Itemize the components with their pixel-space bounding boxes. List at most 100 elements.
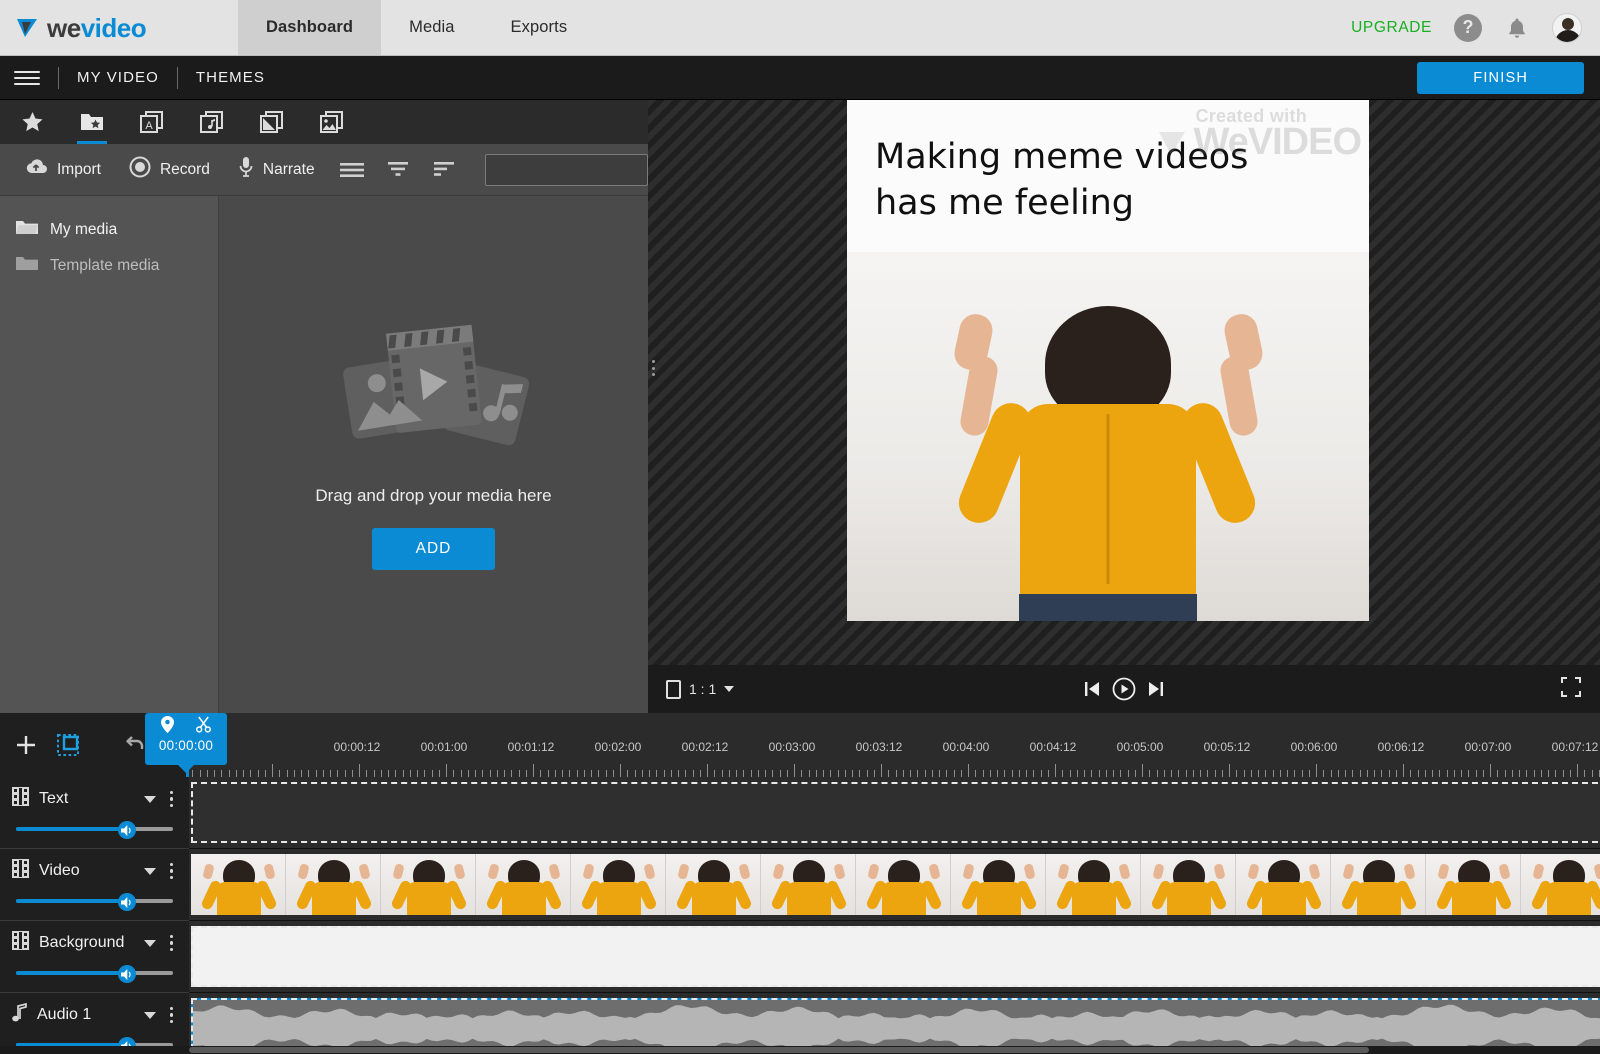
playhead-actions: [161, 716, 211, 738]
track-options-icon[interactable]: [166, 1005, 178, 1026]
clip-audio[interactable]: [191, 998, 1600, 1046]
themes-button[interactable]: THEMES: [196, 69, 265, 86]
play-button-icon[interactable]: [1112, 677, 1136, 701]
media-tool-row: Import Record Narrate: [0, 144, 687, 196]
volume-knob-speaker-icon[interactable]: [118, 965, 136, 983]
record-button[interactable]: Record: [117, 150, 222, 189]
favorites-tab[interactable]: [14, 100, 50, 144]
track-options-icon[interactable]: [166, 861, 178, 882]
timeline-body: Text Video Background Audio 1: [0, 777, 1600, 1046]
record-label: Record: [159, 160, 210, 178]
duplicate-selection-icon[interactable]: [56, 733, 80, 757]
undo-arrow-icon[interactable]: [124, 735, 146, 760]
track-header-audio-1[interactable]: Audio 1: [0, 993, 189, 1046]
svg-text:A: A: [145, 120, 153, 132]
text-tab[interactable]: A: [134, 100, 170, 144]
video-thumbnail: [1141, 854, 1236, 915]
project-title[interactable]: MY VIDEO: [77, 69, 159, 86]
folder-template-media[interactable]: Template media: [0, 248, 218, 284]
skip-next-icon[interactable]: [1147, 680, 1165, 698]
add-media-button[interactable]: ADD: [371, 528, 496, 570]
track-header-background[interactable]: Background: [0, 921, 189, 993]
track-lane-text[interactable]: [189, 777, 1600, 849]
scrollbar-thumb[interactable]: [189, 1047, 1369, 1053]
folder-open-icon: [16, 219, 38, 241]
divider: [58, 66, 59, 89]
clip-video[interactable]: [191, 854, 1600, 915]
track-header-video[interactable]: Video: [0, 849, 189, 921]
notification-bell-icon[interactable]: [1504, 14, 1530, 42]
filter-icon[interactable]: [377, 153, 419, 187]
meme-caption-area: Making meme videos has me feeling Create…: [847, 100, 1369, 252]
narrate-label: Narrate: [262, 160, 315, 178]
chevron-down-icon[interactable]: [143, 867, 156, 875]
hamburger-menu-icon[interactable]: [14, 68, 40, 88]
ruler-tick-label: 00:05:00: [1116, 740, 1164, 754]
list-view-icon[interactable]: [331, 153, 373, 187]
chevron-down-icon[interactable]: [143, 795, 156, 803]
playhead-marker[interactable]: 00:00:00: [145, 713, 227, 765]
ruler-tick-label: 00:00:12: [333, 740, 381, 754]
folder-list: My media Template media: [0, 196, 219, 713]
wevideo-logo[interactable]: wevideo: [0, 0, 238, 55]
timeline-ruler[interactable]: 00:00:12 00:01:00 00:01:12 00:02:00 00:02:12…: [189, 713, 1600, 777]
track-volume-slider[interactable]: [8, 821, 181, 839]
search-input[interactable]: [494, 162, 671, 177]
ruler-tick-label: 00:03:12: [855, 740, 903, 754]
nav-exports[interactable]: Exports: [483, 0, 596, 55]
volume-fill: [16, 971, 126, 975]
volume-knob-speaker-icon[interactable]: [118, 821, 136, 839]
narrate-button[interactable]: Narrate: [226, 150, 327, 189]
video-preview-frame[interactable]: Making meme videos has me feeling Create…: [847, 100, 1369, 621]
track-options-icon[interactable]: [166, 789, 178, 810]
aspect-ratio-selector[interactable]: 1 : 1: [666, 679, 735, 699]
track-header-text[interactable]: Text: [0, 777, 189, 849]
track-volume-slider[interactable]: [8, 893, 181, 911]
my-media-tab[interactable]: [74, 100, 110, 144]
sort-icon[interactable]: [423, 153, 465, 187]
import-button[interactable]: Import: [12, 152, 113, 187]
media-dropzone[interactable]: Drag and drop your media here ADD: [219, 196, 648, 713]
clip-text[interactable]: [191, 782, 1600, 843]
graphics-tab[interactable]: [314, 100, 350, 144]
video-thumbnail: [1331, 854, 1426, 915]
nav-media[interactable]: Media: [381, 0, 482, 55]
logo-wordmark: wevideo: [47, 15, 147, 41]
chevron-down-icon[interactable]: [143, 1011, 156, 1019]
clip-bg[interactable]: [191, 926, 1600, 987]
track-options-icon[interactable]: [166, 933, 178, 954]
audio-tab[interactable]: [194, 100, 230, 144]
upgrade-link[interactable]: UPGRADE: [1351, 19, 1432, 37]
track-lane-audio-1[interactable]: [189, 993, 1600, 1046]
fullscreen-icon[interactable]: [1560, 676, 1582, 703]
nav-dashboard[interactable]: Dashboard: [238, 0, 382, 55]
folder-my-media[interactable]: My media: [0, 212, 218, 248]
meme-text-line2: has me feeling: [875, 183, 1134, 224]
marker-pin-icon[interactable]: [161, 716, 174, 738]
panel-resize-handle[interactable]: [648, 358, 658, 378]
help-icon[interactable]: ?: [1454, 13, 1482, 42]
scissors-icon[interactable]: [196, 716, 211, 738]
dropzone-text: Drag and drop your media here: [315, 486, 552, 505]
track-lane-video[interactable]: [189, 849, 1600, 921]
track-volume-slider[interactable]: [8, 1037, 181, 1046]
record-circle-icon: [129, 156, 151, 183]
transitions-tab[interactable]: [254, 100, 290, 144]
folder-icon: [16, 255, 38, 277]
skip-previous-icon[interactable]: [1083, 680, 1101, 698]
user-avatar[interactable]: [1552, 12, 1582, 43]
video-thumbnail: [381, 854, 476, 915]
chevron-down-icon[interactable]: [143, 939, 156, 947]
volume-knob-speaker-icon[interactable]: [118, 893, 136, 911]
track-name: Video: [39, 862, 80, 879]
timeline-horizontal-scrollbar[interactable]: [0, 1046, 1600, 1054]
main-workspace: A Import Record Narrate My media Templat…: [0, 100, 1600, 713]
search-box[interactable]: [485, 153, 687, 186]
add-track-button[interactable]: [14, 733, 38, 757]
finish-button[interactable]: FINISH: [1417, 61, 1584, 94]
video-thumbnail: [761, 854, 856, 915]
track-volume-slider[interactable]: [8, 965, 181, 983]
video-thumbnail: [1426, 854, 1521, 915]
track-lane-background[interactable]: [189, 921, 1600, 993]
volume-knob-speaker-icon[interactable]: [118, 1037, 136, 1046]
